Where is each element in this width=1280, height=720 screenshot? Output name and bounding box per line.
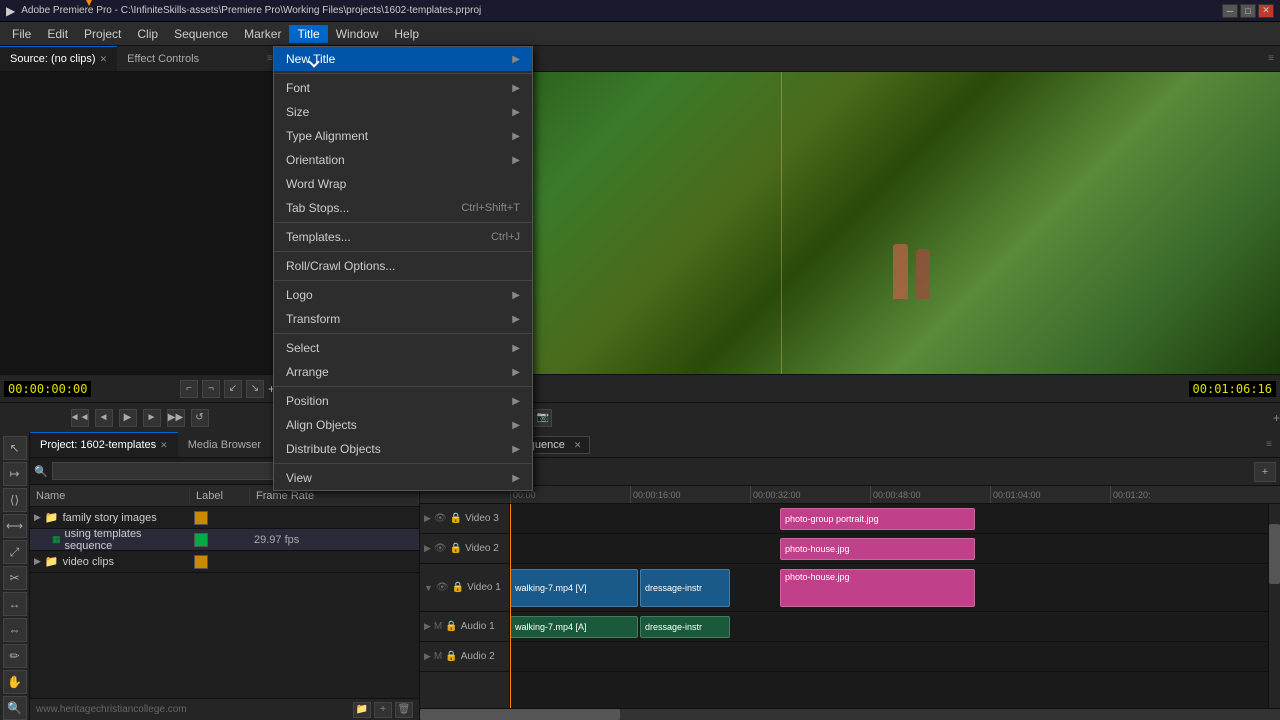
title-menu-dropdown: New Title ▶ Font ▶ Size ▶ Type Alignment… (273, 46, 533, 491)
menu-dd-roll-crawl[interactable]: Roll/Crawl Options... (274, 254, 532, 278)
menu-dd-align-objects[interactable]: Align Objects ▶ (274, 413, 532, 437)
menu-dd-logo[interactable]: Logo ▶ (274, 283, 532, 307)
distribute-objects-arrow: ▶ (512, 444, 520, 455)
separator-7 (274, 463, 532, 464)
new-title-arrow: ▶ (512, 54, 520, 65)
view-arrow: ▶ (512, 473, 520, 484)
menu-dd-transform[interactable]: Transform ▶ (274, 307, 532, 331)
menu-dd-arrange[interactable]: Arrange ▶ (274, 360, 532, 384)
font-arrow: ▶ (512, 83, 520, 94)
dropdown-overlay[interactable] (0, 0, 1280, 720)
separator-1 (274, 73, 532, 74)
select-arrow: ▶ (512, 343, 520, 354)
menu-dd-templates[interactable]: Templates... Ctrl+J (274, 225, 532, 249)
menu-dd-view[interactable]: View ▶ (274, 466, 532, 490)
menu-dd-tab-stops[interactable]: Tab Stops... Ctrl+Shift+T (274, 196, 532, 220)
menu-dd-distribute-objects[interactable]: Distribute Objects ▶ (274, 437, 532, 461)
menu-dd-select[interactable]: Select ▶ (274, 336, 532, 360)
separator-5 (274, 333, 532, 334)
separator-3 (274, 251, 532, 252)
orientation-arrow: ▶ (512, 155, 520, 166)
menu-dd-word-wrap[interactable]: Word Wrap (274, 172, 532, 196)
separator-6 (274, 386, 532, 387)
menu-dd-size[interactable]: Size ▶ (274, 100, 532, 124)
menu-dd-new-title[interactable]: New Title ▶ (274, 47, 532, 71)
menu-dd-orientation[interactable]: Orientation ▶ (274, 148, 532, 172)
tab-stops-shortcut: Ctrl+Shift+T (461, 202, 520, 214)
type-alignment-arrow: ▶ (512, 131, 520, 142)
menu-dd-font[interactable]: Font ▶ (274, 76, 532, 100)
arrange-arrow: ▶ (512, 367, 520, 378)
menu-dd-position[interactable]: Position ▶ (274, 389, 532, 413)
size-arrow: ▶ (512, 107, 520, 118)
logo-arrow: ▶ (512, 290, 520, 301)
separator-4 (274, 280, 532, 281)
menu-dd-type-alignment[interactable]: Type Alignment ▶ (274, 124, 532, 148)
transform-arrow: ▶ (512, 314, 520, 325)
separator-2 (274, 222, 532, 223)
align-objects-arrow: ▶ (512, 420, 520, 431)
position-arrow: ▶ (512, 396, 520, 407)
templates-shortcut: Ctrl+J (491, 231, 520, 243)
